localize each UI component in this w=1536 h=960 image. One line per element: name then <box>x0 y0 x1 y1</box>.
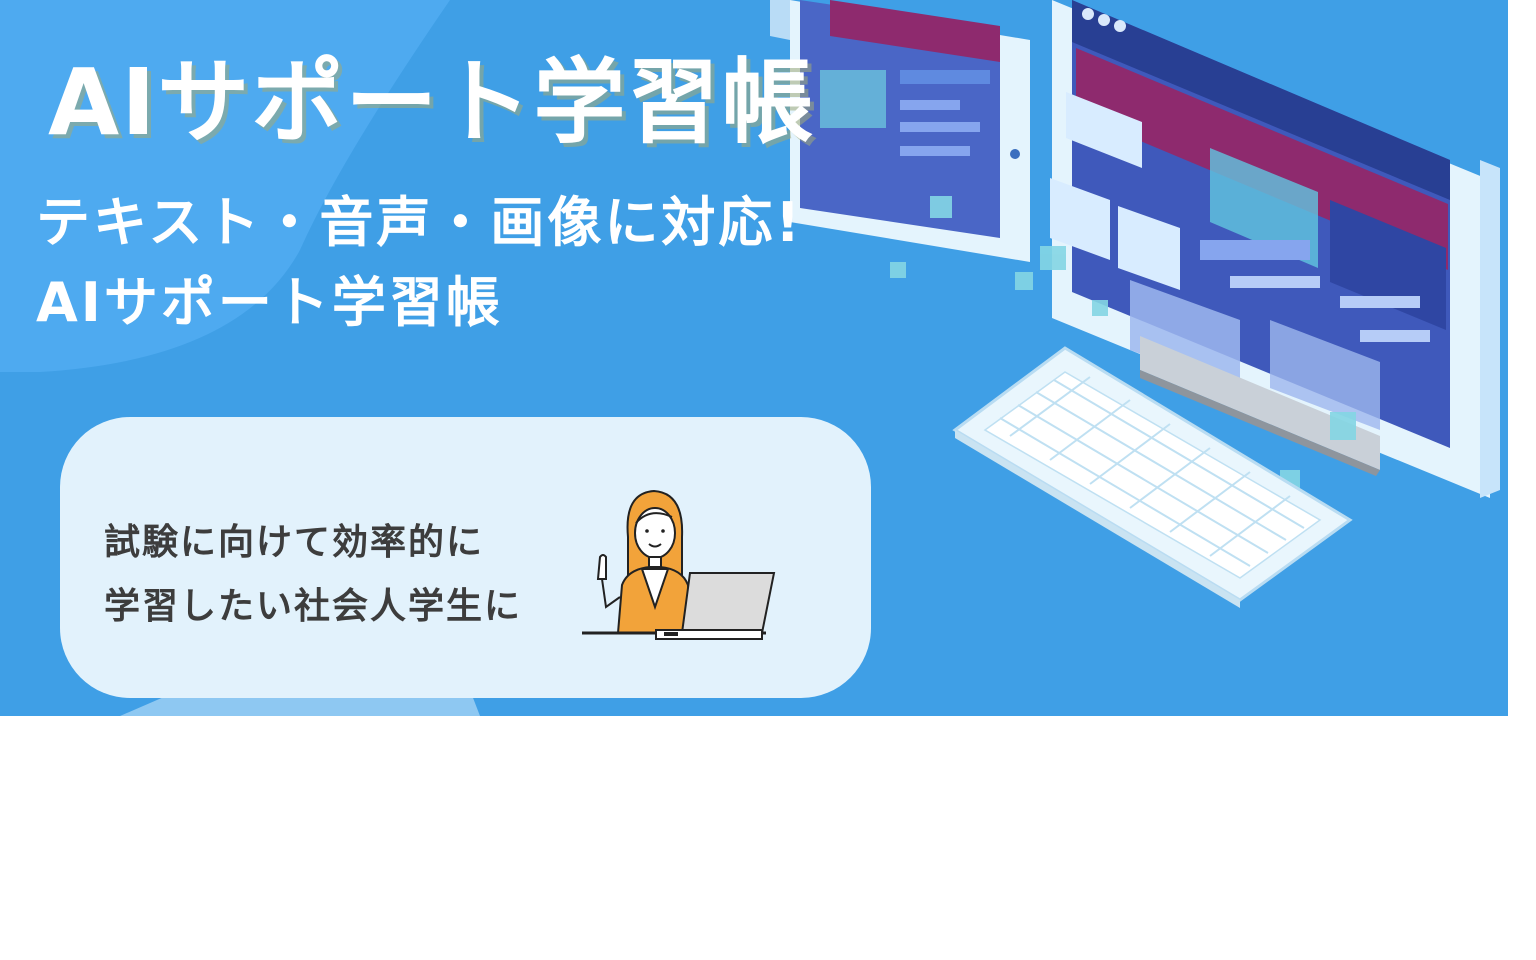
hero-banner: AIサポート学習帳 テキスト・音声・画像に対応! AIサポート学習帳 試験に向け… <box>0 0 1508 716</box>
subtitle-line-1: テキスト・音声・画像に対応! <box>36 191 804 254</box>
card-line-2: 学習したい社会人学生に <box>104 586 523 627</box>
subtitle-line-2: AIサポート学習帳 <box>36 271 503 334</box>
target-audience-card: 試験に向けて効率的に 学習したい社会人学生に <box>60 417 871 698</box>
page-title: AIサポート学習帳 <box>48 49 816 156</box>
person-at-laptop-icon <box>582 489 776 640</box>
card-line-1: 試験に向けて効率的に <box>104 522 485 563</box>
